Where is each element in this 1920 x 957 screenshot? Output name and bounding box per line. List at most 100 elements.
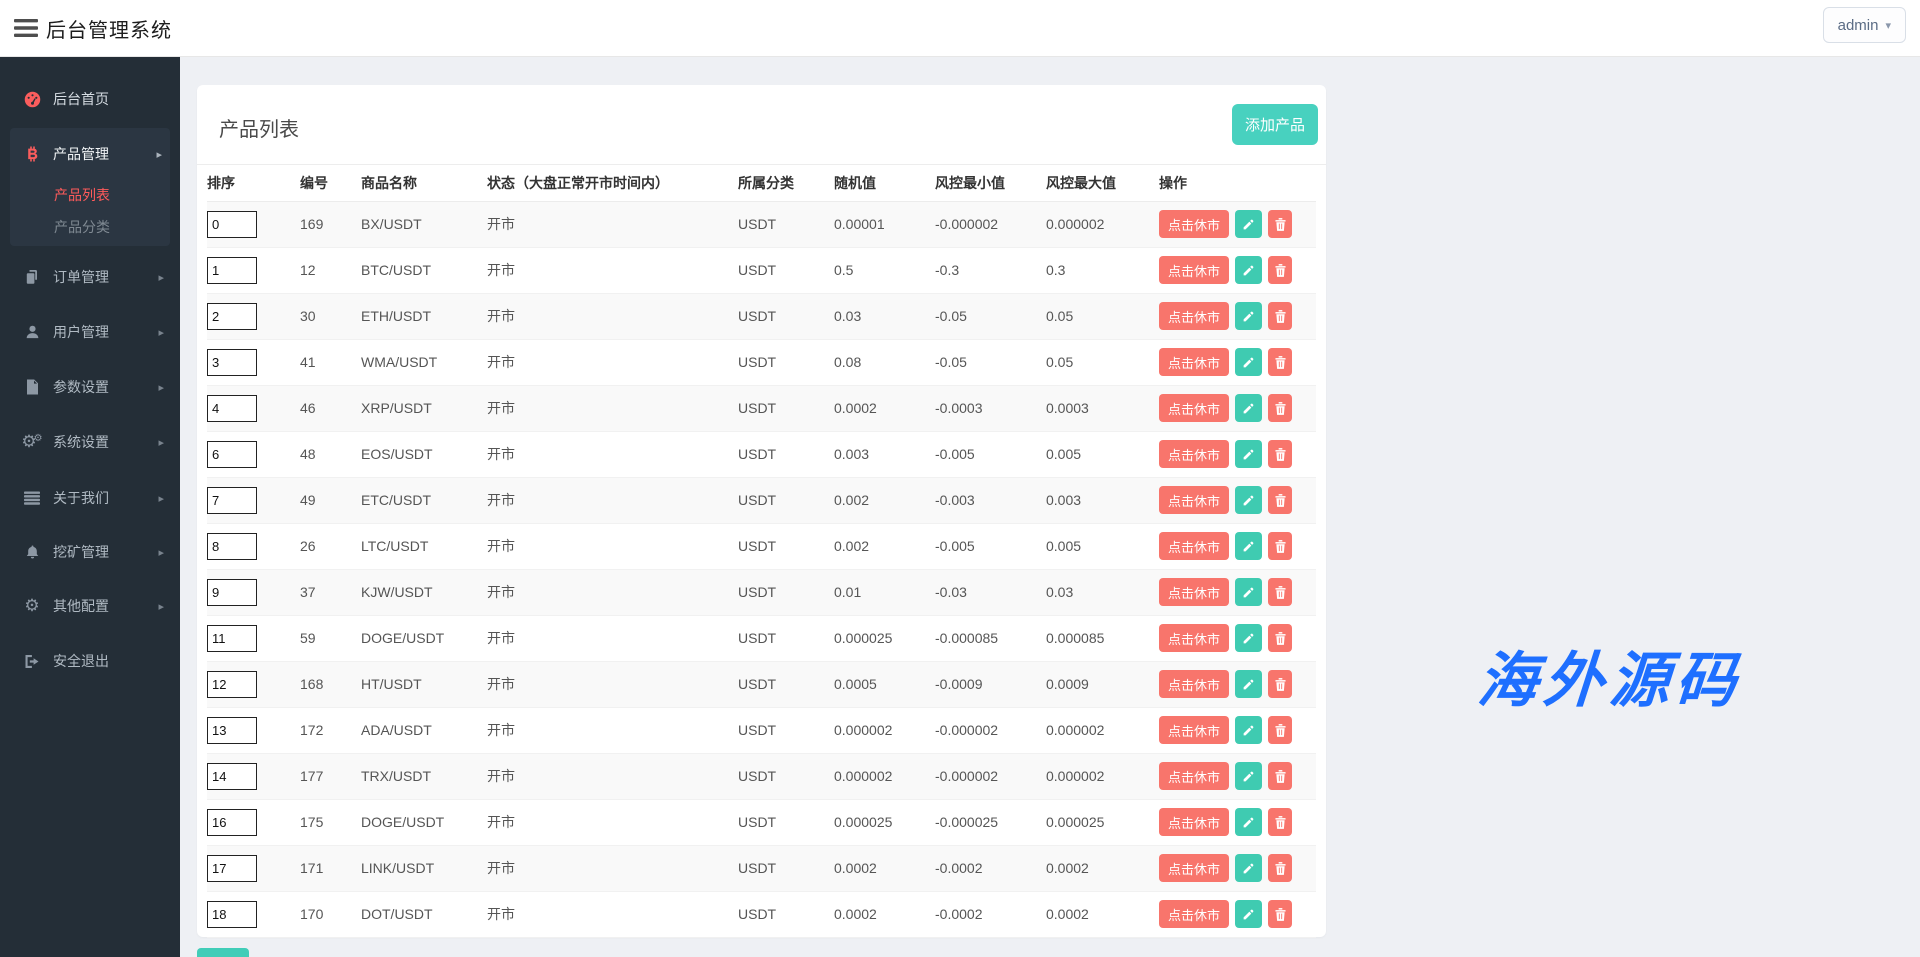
edit-button[interactable] [1235,486,1262,514]
sort-order-input[interactable] [207,809,257,836]
sort-order-input[interactable] [207,855,257,882]
edit-button[interactable] [1235,210,1262,238]
row-actions: 点击休市 [1159,256,1312,284]
pencil-icon [1242,264,1255,277]
close-market-button[interactable]: 点击休市 [1159,670,1229,698]
market-status: 开市 [487,339,738,385]
sidebar-item-label: 产品管理 [53,144,109,164]
edit-button[interactable] [1235,440,1262,468]
close-market-button[interactable]: 点击休市 [1159,302,1229,330]
pencil-icon [1242,218,1255,231]
sort-order-input[interactable] [207,395,257,422]
sort-order-input[interactable] [207,671,257,698]
delete-button[interactable] [1268,486,1292,514]
sidebar-subitem-product-list[interactable]: 产品列表 [10,180,170,210]
delete-button[interactable] [1268,716,1292,744]
copy-icon [22,268,42,286]
close-market-button[interactable]: 点击休市 [1159,348,1229,376]
sort-order-input[interactable] [207,717,257,744]
edit-button[interactable] [1235,762,1262,790]
delete-button[interactable] [1268,854,1292,882]
sort-order-input[interactable] [207,257,257,284]
sidebar-item-user[interactable]: 用户管理▸ [0,312,180,352]
pagination-page-1-button[interactable]: 1 [197,948,249,957]
sort-order-input[interactable] [207,763,257,790]
row-actions: 点击休市 [1159,854,1312,882]
close-market-button[interactable]: 点击休市 [1159,532,1229,560]
admin-dropdown[interactable]: admin ▾ [1823,7,1906,43]
close-market-button[interactable]: 点击休市 [1159,762,1229,790]
chevron-right-icon: ▸ [156,148,162,161]
delete-button[interactable] [1268,762,1292,790]
sidebar-item-product-management[interactable]: 产品管理 ▸ [10,134,170,174]
delete-button[interactable] [1268,670,1292,698]
product-category: USDT [738,569,834,615]
close-market-button[interactable]: 点击休市 [1159,440,1229,468]
sort-order-input[interactable] [207,533,257,560]
sort-order-input[interactable] [207,901,257,928]
sidebar-item-copy[interactable]: 订单管理▸ [0,257,180,297]
product-id: 177 [300,753,361,799]
sort-order-input[interactable] [207,349,257,376]
delete-button[interactable] [1268,578,1292,606]
edit-button[interactable] [1235,394,1262,422]
edit-button[interactable] [1235,578,1262,606]
sidebar-item-gear[interactable]: ⚙其他配置▸ [0,586,180,626]
add-product-button[interactable]: 添加产品 [1232,104,1318,145]
delete-button[interactable] [1268,302,1292,330]
edit-button[interactable] [1235,532,1262,560]
close-market-button[interactable]: 点击休市 [1159,716,1229,744]
close-market-button[interactable]: 点击休市 [1159,578,1229,606]
edit-button[interactable] [1235,302,1262,330]
close-market-button[interactable]: 点击休市 [1159,486,1229,514]
sort-order-input[interactable] [207,579,257,606]
risk-max-value: 0.05 [1046,339,1159,385]
sort-order-input[interactable] [207,487,257,514]
close-market-button[interactable]: 点击休市 [1159,808,1229,836]
app-title: 后台管理系统 [46,14,172,43]
close-market-button[interactable]: 点击休市 [1159,256,1229,284]
close-market-button[interactable]: 点击休市 [1159,394,1229,422]
edit-button[interactable] [1235,256,1262,284]
edit-button[interactable] [1235,716,1262,744]
close-market-button[interactable]: 点击休市 [1159,854,1229,882]
sidebar-group-products: 产品管理 ▸ 产品列表 产品分类 [10,128,170,246]
row-actions: 点击休市 [1159,210,1312,238]
sort-order-input[interactable] [207,625,257,652]
delete-button[interactable] [1268,532,1292,560]
edit-button[interactable] [1235,808,1262,836]
sort-order-input[interactable] [207,303,257,330]
product-id: 12 [300,247,361,293]
close-market-button[interactable]: 点击休市 [1159,210,1229,238]
delete-button[interactable] [1268,624,1292,652]
edit-button[interactable] [1235,854,1262,882]
table-row: 12BTC/USDT开市USDT0.5-0.30.3点击休市 [207,247,1316,293]
close-market-button[interactable]: 点击休市 [1159,900,1229,928]
sidebar-item-gears[interactable]: ⚙⚙系统设置▸ [0,422,180,462]
delete-button[interactable] [1268,900,1292,928]
edit-button[interactable] [1235,900,1262,928]
edit-button[interactable] [1235,624,1262,652]
delete-button[interactable] [1268,210,1292,238]
edit-button[interactable] [1235,670,1262,698]
delete-button[interactable] [1268,440,1292,468]
delete-button[interactable] [1268,394,1292,422]
pencil-icon [1242,770,1255,783]
delete-button[interactable] [1268,348,1292,376]
sidebar-item-signout[interactable]: 安全退出 [0,641,180,681]
sort-order-input[interactable] [207,441,257,468]
sidebar-item-list[interactable]: 关于我们▸ [0,478,180,518]
trash-icon [1275,356,1286,369]
delete-button[interactable] [1268,808,1292,836]
close-market-button[interactable]: 点击休市 [1159,624,1229,652]
sidebar-toggle-icon[interactable] [14,17,38,39]
delete-button[interactable] [1268,256,1292,284]
trash-icon [1275,816,1286,829]
row-actions: 点击休市 [1159,716,1312,744]
sidebar-item-home[interactable]: 后台首页 [0,79,180,119]
sidebar-subitem-product-category[interactable]: 产品分类 [10,212,170,242]
edit-button[interactable] [1235,348,1262,376]
sidebar-item-bell[interactable]: 挖矿管理▸ [0,532,180,572]
sidebar-item-file[interactable]: 参数设置▸ [0,367,180,407]
sort-order-input[interactable] [207,211,257,238]
